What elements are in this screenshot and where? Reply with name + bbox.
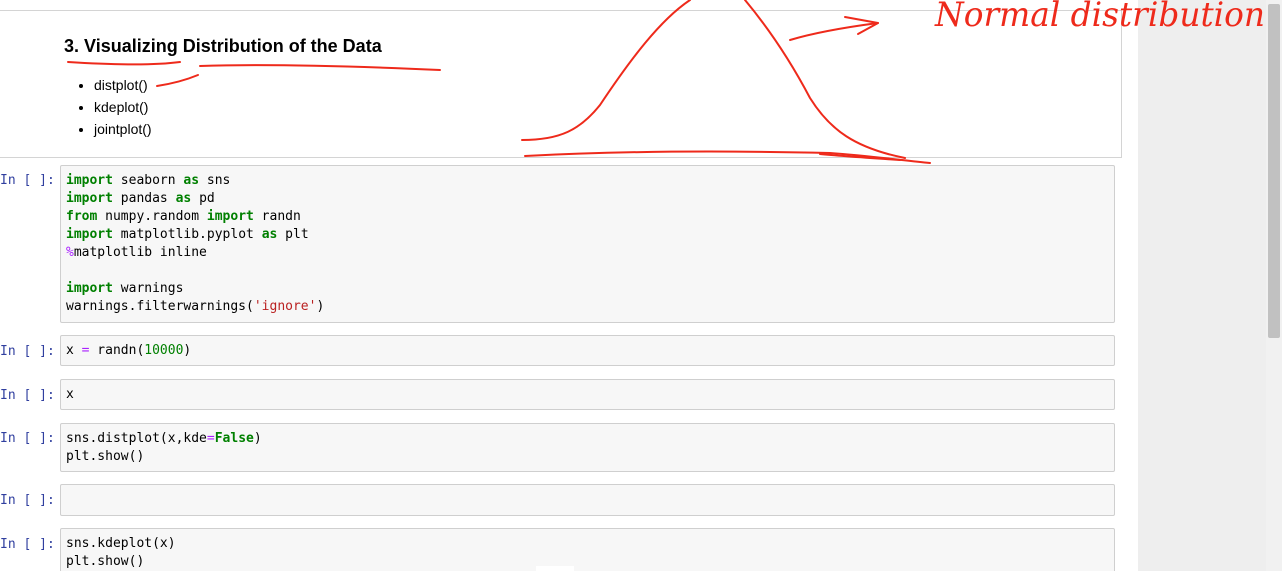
code-token-kw: as — [183, 173, 200, 188]
code-line: %matplotlib inline — [66, 244, 324, 262]
input-prompt: In [ ]: — [0, 388, 55, 403]
code-line: x — [66, 386, 74, 404]
input-prompt: In [ ]: — [0, 493, 55, 508]
code-editor[interactable]: x — [66, 386, 74, 404]
scrollbar-thumb[interactable] — [1268, 4, 1280, 338]
code-token: randn( — [89, 343, 145, 358]
code-token-kw: import — [66, 281, 113, 296]
code-token: sns.distplot(x,kde — [66, 431, 207, 446]
code-token: plt — [277, 227, 309, 242]
code-cell-distplot[interactable]: sns.distplot(x,kde=False) plt.show() — [60, 423, 1115, 472]
code-line: warnings.filterwarnings('ignore') — [66, 298, 324, 316]
code-line: plt.show() — [66, 448, 262, 466]
markdown-cell[interactable]: 3. Visualizing Distribution of the Data … — [0, 10, 1122, 158]
list-item: jointplot() — [94, 118, 152, 140]
code-line: x = randn(10000) — [66, 342, 191, 360]
code-token-kw: import — [66, 173, 113, 188]
code-editor[interactable]: sns.kdeplot(x) plt.show() — [66, 535, 176, 571]
code-token-num: 10000 — [144, 343, 184, 358]
code-cell-randn[interactable]: x = randn(10000) — [60, 335, 1115, 366]
code-editor[interactable]: x = randn(10000) — [66, 342, 191, 360]
code-line: plt.show() — [66, 553, 176, 571]
code-token-kw: import — [206, 209, 254, 224]
scrollbar[interactable] — [1266, 0, 1282, 571]
code-token: randn — [253, 209, 301, 224]
input-prompt: In [ ]: — [0, 537, 55, 552]
code-token-kw: import — [66, 227, 113, 242]
code-token: warnings — [112, 281, 184, 296]
code-token: plt.show() — [66, 449, 145, 464]
code-token: matplotlib.pyplot — [112, 227, 262, 242]
input-prompt: In [ ]: — [0, 431, 55, 446]
code-token: ) — [183, 343, 192, 358]
code-token: x — [66, 387, 74, 402]
code-token: warnings.filterwarnings( — [66, 299, 254, 314]
code-line: import pandas as pd — [66, 190, 324, 208]
code-token: sns.kdeplot(x) — [66, 536, 176, 551]
code-cell-empty[interactable] — [60, 484, 1115, 516]
code-token-kw: import — [66, 191, 113, 206]
code-token-kw: False — [214, 431, 254, 446]
bottom-indicator — [536, 566, 574, 571]
code-editor[interactable]: sns.distplot(x,kde=False) plt.show() — [66, 430, 262, 466]
notebook-area: 3. Visualizing Distribution of the Data … — [0, 0, 1138, 571]
code-token: ) — [253, 431, 262, 446]
code-cell-kdeplot[interactable]: sns.kdeplot(x) plt.show() — [60, 528, 1115, 571]
list-item: distplot() — [94, 74, 152, 96]
code-cell-x[interactable]: x — [60, 379, 1115, 410]
code-token: seaborn — [112, 173, 184, 188]
function-list: distplot() kdeplot() jointplot() — [76, 74, 152, 140]
code-token: matplotlib inline — [73, 245, 207, 260]
code-token: plt.show() — [66, 554, 145, 569]
code-line: import warnings — [66, 280, 324, 298]
code-token-op: % — [66, 245, 74, 260]
code-token-kw: as — [261, 227, 278, 242]
code-token-kw: from — [66, 209, 98, 224]
section-heading: 3. Visualizing Distribution of the Data — [64, 36, 382, 56]
input-prompt: In [ ]: — [0, 173, 55, 188]
code-token-op: = — [206, 431, 215, 446]
code-token: pd — [191, 191, 215, 206]
code-token: x — [66, 343, 82, 358]
code-line: sns.kdeplot(x) — [66, 535, 176, 553]
code-token-str: 'ignore' — [253, 299, 317, 314]
code-token: pandas — [112, 191, 176, 206]
code-line: import seaborn as sns — [66, 172, 324, 190]
code-token-kw: as — [175, 191, 192, 206]
code-cell-imports[interactable]: import seaborn as sns import pandas as pd… — [60, 165, 1115, 323]
code-line: sns.distplot(x,kde=False) — [66, 430, 262, 448]
code-token: ) — [316, 299, 325, 314]
input-prompt: In [ ]: — [0, 344, 55, 359]
code-line: from numpy.random import randn — [66, 208, 324, 226]
code-line: import matplotlib.pyplot as plt — [66, 226, 324, 244]
list-item: kdeplot() — [94, 96, 152, 118]
code-editor[interactable]: import seaborn as sns import pandas as pd… — [66, 172, 324, 316]
code-token: numpy.random — [97, 209, 207, 224]
code-token: sns — [199, 173, 231, 188]
